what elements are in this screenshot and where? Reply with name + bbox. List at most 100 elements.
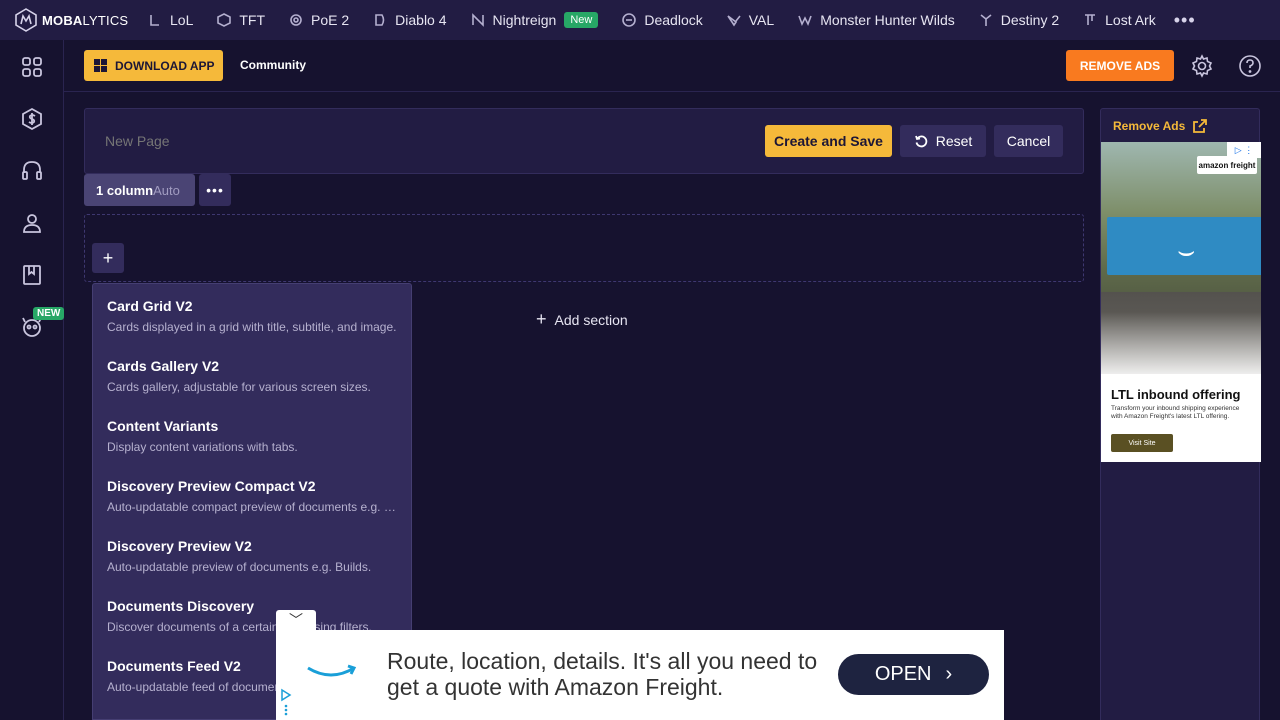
game-label: Monster Hunter Wilds xyxy=(820,12,955,28)
apps-grid-icon[interactable] xyxy=(20,55,44,79)
diablo4-icon xyxy=(375,14,385,26)
reset-icon xyxy=(914,135,927,148)
add-section-button[interactable]: + Add section xyxy=(536,309,628,330)
side-ad-panel: Remove Ads ⌣ amazon freight ▷ ⋮ LTL inbo… xyxy=(1100,108,1261,720)
widget-description: Cards gallery, adjustable for various sc… xyxy=(107,380,371,394)
windows-icon xyxy=(94,59,107,72)
game-list: LoL TFT PoE 2 Diablo 4 Nightreign New Dea… xyxy=(136,0,1196,40)
game-label: Deadlock xyxy=(644,12,703,28)
widget-title: Card Grid V2 xyxy=(107,298,193,314)
widget-option[interactable]: Cards Gallery V2 Cards gallery, adjustabl… xyxy=(93,344,411,404)
open-button[interactable]: OPEN › xyxy=(838,654,989,695)
lostark-icon xyxy=(1085,14,1096,25)
valorant-icon xyxy=(727,15,741,27)
mobalytics-logo-icon xyxy=(15,8,37,32)
bottom-banner-ad[interactable]: Route, location, details. It's all you n… xyxy=(276,630,1004,720)
game-label: TFT xyxy=(239,12,266,28)
visit-site-button[interactable]: Visit Site xyxy=(1111,434,1173,452)
game-label: Lost Ark xyxy=(1105,12,1156,28)
settings-gear-icon[interactable] xyxy=(1190,54,1214,78)
game-deadlock[interactable]: Deadlock xyxy=(610,0,714,40)
guides-book-icon[interactable] xyxy=(20,263,44,287)
community-link[interactable]: Community xyxy=(240,58,306,72)
amazon-freight-logo: amazon freight xyxy=(1197,156,1257,174)
ad-copy: Route, location, details. It's all you n… xyxy=(387,648,818,700)
widget-description: Auto-updatable preview of documents e.g.… xyxy=(107,560,372,574)
logo-text: MOBALYTICS xyxy=(42,12,129,28)
ad-choices-icon[interactable]: ▷ ⋮ xyxy=(1227,142,1261,158)
mobalytics-logo[interactable]: MOBALYTICS xyxy=(0,8,136,32)
widget-option[interactable]: Discovery Preview V2 Auto-updatable previ… xyxy=(93,524,411,584)
ad-choices-icon[interactable] xyxy=(280,688,292,718)
tft-icon xyxy=(217,13,232,27)
game-tft[interactable]: TFT xyxy=(205,0,277,40)
widget-description: Cards displayed in a grid with title, su… xyxy=(107,320,397,334)
headset-icon[interactable] xyxy=(20,159,44,183)
collapse-ad-chevron-icon[interactable]: ﹀ xyxy=(276,610,316,630)
mode-label: Auto xyxy=(153,182,180,198)
deadlock-icon xyxy=(622,13,637,27)
top-navigation: MOBALYTICS LoL TFT PoE 2 Diablo 4 Nightr… xyxy=(0,0,1280,40)
game-label: Nightreign xyxy=(492,12,557,28)
nightreign-icon xyxy=(471,13,484,27)
new-badge: NEW xyxy=(33,307,65,320)
add-section-label: Add section xyxy=(554,311,628,328)
widget-option[interactable]: Card Grid V2 Cards displayed in a grid wi… xyxy=(93,284,411,344)
columns-label: 1 column xyxy=(96,182,154,198)
game-destiny2[interactable]: Destiny 2 xyxy=(967,0,1071,40)
widget-description: Auto-updatable compact preview of docume… xyxy=(107,500,397,514)
add-widget-button[interactable]: + xyxy=(92,243,124,273)
chevron-right-icon: › xyxy=(945,663,953,685)
layout-more-options-icon[interactable]: ••• xyxy=(199,174,231,206)
create-and-save-button[interactable]: Create and Save xyxy=(765,125,892,157)
section-dropzone xyxy=(84,214,1084,282)
mhw-icon xyxy=(798,15,812,26)
remove-ads-label: Remove Ads xyxy=(1113,119,1186,133)
ad-headline: LTL inbound offering xyxy=(1111,387,1241,402)
game-diablo4[interactable]: Diablo 4 xyxy=(361,0,458,40)
amazon-smile-logo xyxy=(304,660,358,684)
widget-title: Discovery Preview Compact V2 xyxy=(107,478,316,494)
toolbar: DOWNLOAD APP Community REMOVE ADS xyxy=(64,40,1280,92)
download-app-label: DOWNLOAD APP xyxy=(115,58,215,73)
destiny2-icon xyxy=(980,14,992,26)
column-layout-selector[interactable]: 1 column Auto xyxy=(84,174,195,206)
cancel-button[interactable]: Cancel xyxy=(994,125,1063,157)
ad-body: Transform your inbound shipping experien… xyxy=(1111,405,1240,420)
widget-title: Cards Gallery V2 xyxy=(107,358,220,374)
game-valorant[interactable]: VAL xyxy=(715,0,786,40)
ad-creative[interactable]: ⌣ amazon freight ▷ ⋮ LTL inbound offerin… xyxy=(1101,142,1261,462)
remove-ads-link[interactable]: Remove Ads xyxy=(1113,119,1208,133)
widget-title: Discovery Preview V2 xyxy=(107,538,252,554)
external-link-icon xyxy=(1193,119,1208,133)
widget-description: Display content variations with tabs. xyxy=(107,440,298,454)
game-nightreign[interactable]: Nightreign New xyxy=(459,0,611,40)
game-poe2[interactable]: PoE 2 xyxy=(277,0,361,40)
more-games-icon[interactable]: ••• xyxy=(1174,10,1196,31)
help-icon[interactable] xyxy=(1238,54,1262,78)
reset-label: Reset xyxy=(935,133,973,149)
widget-option[interactable]: Content Variants Display content variatio… xyxy=(93,404,411,464)
widget-title: Documents Discovery xyxy=(107,598,255,614)
remove-ads-button[interactable]: REMOVE ADS xyxy=(1066,50,1174,81)
download-app-button[interactable]: DOWNLOAD APP xyxy=(84,50,223,81)
ad-fade xyxy=(1101,312,1261,382)
ad-truck: ⌣ xyxy=(1107,217,1261,275)
poe2-icon xyxy=(290,14,302,26)
page-editor-header: Create and Save Reset Cancel xyxy=(84,108,1084,174)
widget-option[interactable]: Discovery Preview Compact V2 Auto-updatab… xyxy=(93,464,411,524)
users-icon[interactable] xyxy=(20,211,44,235)
game-lostark[interactable]: Lost Ark xyxy=(1071,0,1168,40)
game-label: Diablo 4 xyxy=(395,12,447,28)
page-name-input[interactable] xyxy=(105,133,505,149)
game-label: VAL xyxy=(748,12,775,28)
game-lol[interactable]: LoL xyxy=(136,0,205,40)
game-label: PoE 2 xyxy=(311,12,350,28)
widget-title: Content Variants xyxy=(107,418,219,434)
game-mhw[interactable]: Monster Hunter Wilds xyxy=(786,0,967,40)
game-label: Destiny 2 xyxy=(1000,12,1060,28)
lol-icon xyxy=(150,15,159,26)
reset-button[interactable]: Reset xyxy=(900,125,986,157)
left-rail: NEW xyxy=(0,40,65,720)
premium-coin-icon[interactable] xyxy=(20,107,44,131)
